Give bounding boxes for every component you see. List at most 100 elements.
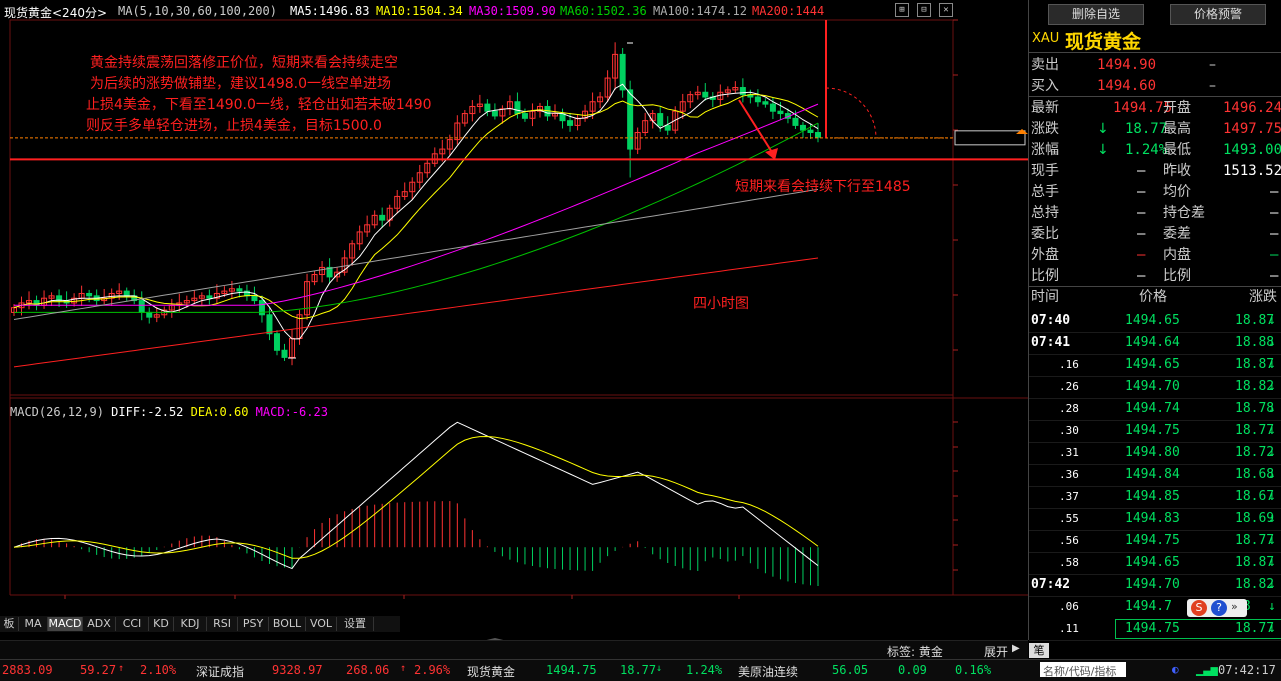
tab-5[interactable]: KD	[149, 617, 174, 631]
tick-price: 1494.75	[1125, 423, 1180, 438]
tick-price: 1494.70	[1125, 577, 1180, 592]
tick-time: .16	[1059, 358, 1079, 371]
down-arrow-icon: ↓	[1268, 467, 1276, 482]
analysis-annotation: 黄金持续震荡回落修正价位，短期来看会持续走空 为后续的涨势做铺垫，建议1498.…	[86, 53, 432, 137]
tab-11[interactable]: 设置	[337, 617, 374, 631]
quote-value: –	[1137, 163, 1146, 179]
quote-label: 开盘	[1163, 100, 1191, 116]
tick-price: 1494.64	[1125, 335, 1180, 350]
tab-0[interactable]: 板	[0, 617, 19, 631]
quote-value: 1496.24	[1223, 100, 1281, 116]
bid-volume: –	[1209, 78, 1216, 94]
ime-arrow-icon[interactable]: »	[1231, 600, 1238, 613]
expand-button[interactable]: 展开	[984, 643, 1008, 660]
tick-row: .28 1494.74 18.78 ↓	[1029, 398, 1281, 421]
candle-body	[754, 96, 761, 103]
quote-label: 最新	[1031, 100, 1059, 116]
ma60-value: MA60:1502.36	[560, 4, 647, 18]
tab-7[interactable]: RSI	[207, 617, 238, 631]
ime-toolbar[interactable]: S ? »	[1187, 599, 1247, 617]
expand-arrow-icon[interactable]: ▶	[1012, 643, 1020, 654]
tick-header-change: 涨跌	[1249, 289, 1277, 305]
annotation-line-4: 则反手多单轻仓进场，止损4美金，目标1500.0	[86, 118, 382, 134]
index4-name[interactable]: 美原油连续	[738, 663, 798, 680]
quote-panel: 删除自选 价格预警 XAU 现货黄金 卖出 1494.90 – 买入 1494.…	[1028, 0, 1281, 658]
tab-3[interactable]: ADX	[83, 617, 116, 631]
quote-label: 昨收	[1163, 163, 1191, 179]
help-icon[interactable]: ?	[1211, 600, 1227, 616]
close-icon[interactable]: ✕	[939, 3, 953, 17]
tab-6[interactable]: KDJ	[174, 617, 207, 631]
ma60-line	[14, 122, 819, 313]
tab-9[interactable]: BOLL	[269, 617, 306, 631]
tab-2[interactable]: MACD	[48, 617, 83, 631]
quote-label: 比例	[1163, 268, 1191, 284]
down-arrow-icon: ↓	[1268, 313, 1276, 328]
ask-price: 1494.90	[1097, 57, 1157, 73]
tick-price: 1494.70	[1125, 379, 1180, 394]
index3-name[interactable]: 现货黄金	[467, 663, 515, 680]
collapse-arrow-icon[interactable]	[470, 633, 520, 644]
down-arrow-icon: ↓	[1268, 555, 1276, 570]
quote-label: 最高	[1163, 121, 1191, 137]
down-arrow-icon: ↓	[1268, 379, 1276, 394]
tick-header: 时间 价格 涨跌	[1029, 287, 1281, 308]
tick-time: .58	[1059, 556, 1079, 569]
quote-label: 最低	[1163, 142, 1191, 158]
ask-row: 卖出 1494.90 –	[1029, 55, 1281, 76]
down-arrow-icon: ↓	[1097, 121, 1109, 137]
candle-body	[702, 91, 709, 98]
candle-body	[236, 288, 243, 292]
pen-button[interactable]: 笔	[1029, 643, 1049, 658]
quote-value: 1513.52	[1223, 163, 1281, 179]
index2-name[interactable]: 深证成指	[196, 663, 244, 680]
down-arrow-icon: ↓	[1268, 489, 1276, 504]
latest-tick-highlight	[1115, 619, 1281, 639]
tick-row: .56 1494.75 18.77 ↓	[1029, 530, 1281, 553]
price-alert-button[interactable]: 价格预警	[1170, 4, 1266, 25]
quote-value: –	[1270, 247, 1279, 263]
candle-body	[815, 132, 821, 138]
chart-title: 现货黄金<240分>	[4, 6, 108, 20]
quote-row: 外盘 – 内盘 –	[1029, 245, 1281, 266]
quote-value: –	[1137, 226, 1146, 242]
remove-watchlist-button[interactable]: 删除自选	[1048, 4, 1144, 25]
candle-body	[521, 113, 528, 119]
down-arrow-icon: ↓	[1268, 577, 1276, 592]
tick-price: 1494.65	[1125, 357, 1180, 372]
quote-label: 涨幅	[1031, 142, 1059, 158]
tab-8[interactable]: PSY	[238, 617, 269, 631]
tab-4[interactable]: CCI	[116, 617, 149, 631]
index4-value: 56.05	[832, 663, 869, 677]
diff-line	[13, 421, 819, 570]
tick-header-time: 时间	[1031, 289, 1059, 305]
candle-body	[86, 292, 93, 297]
candle-body	[146, 311, 153, 318]
search-placeholder: 名称/代码/指标	[1043, 665, 1117, 678]
macd-value: MACD:-6.23	[255, 405, 328, 419]
candle-body	[657, 113, 664, 126]
shrink-icon[interactable]: ⊟	[917, 3, 931, 17]
market-ticker: 2883.09 59.27 ↑ 2.10% 深证成指 9328.97 268.0…	[0, 659, 1281, 681]
tab-1[interactable]: MA	[19, 617, 48, 631]
candle-body	[273, 333, 280, 351]
ask-volume: –	[1209, 57, 1216, 73]
down-arrow-icon: ↓	[1268, 511, 1276, 526]
tick-row: .30 1494.75 18.77 ↓	[1029, 420, 1281, 443]
index4-pct: 0.16%	[955, 663, 992, 677]
quote-row: 比例 – 比例 –	[1029, 266, 1281, 287]
bid-row: 买入 1494.60 –	[1029, 76, 1281, 97]
ma5-value: MA5:1496.83	[290, 4, 370, 18]
refresh-icon[interactable]: ◐	[1172, 663, 1179, 676]
index3-pct: 1.24%	[686, 663, 723, 677]
quote-label: 总手	[1031, 184, 1059, 200]
expand-icon[interactable]: ⊞	[895, 3, 909, 17]
tick-time: .26	[1059, 380, 1079, 393]
tick-price: 1494.7	[1125, 599, 1172, 614]
tick-price: 1494.75	[1125, 533, 1180, 548]
tick-time: .30	[1059, 424, 1079, 437]
tab-10[interactable]: VOL	[306, 617, 337, 631]
tick-row: 07:41 1494.64 18.88 ↓	[1029, 332, 1281, 355]
quote-label: 比例	[1031, 268, 1059, 284]
sogou-icon[interactable]: S	[1191, 600, 1207, 616]
